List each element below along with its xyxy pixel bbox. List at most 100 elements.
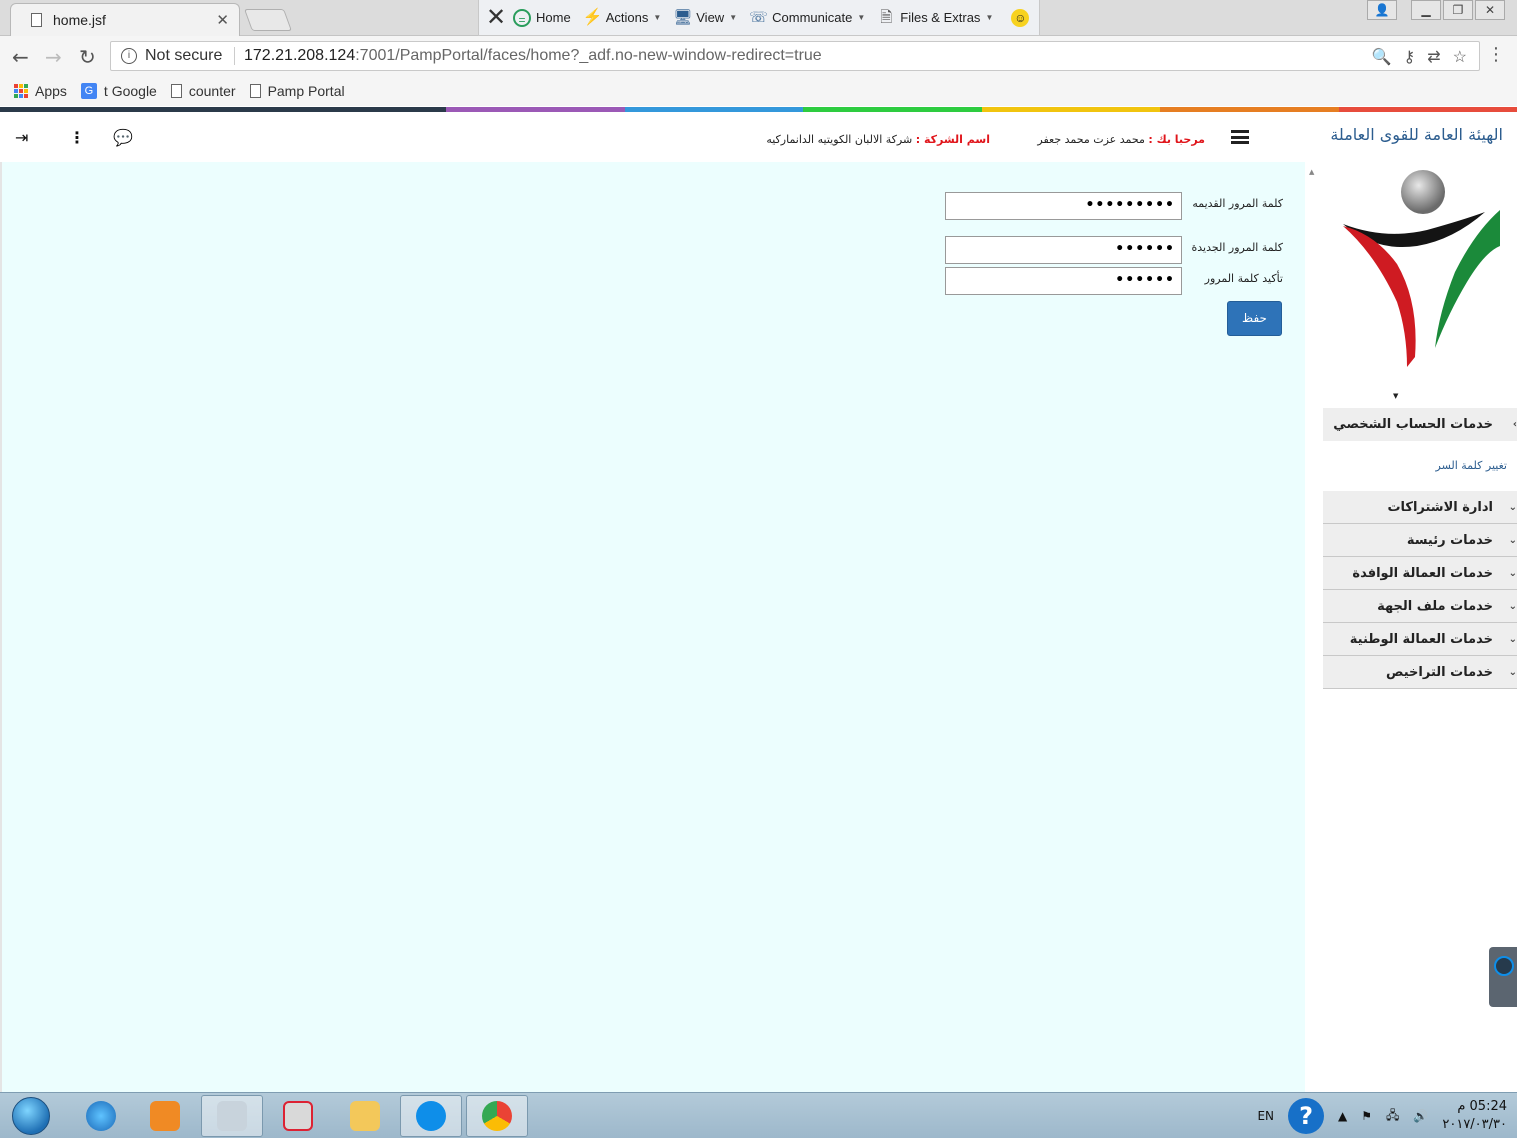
confirm-password-field[interactable]: ••••••: [945, 267, 1182, 295]
browser-tabstrip: home.jsf ✕ ✕ = Home ⚡ Actions ▼ 🖥 View ▼…: [0, 0, 1517, 36]
tv-view-button[interactable]: 🖥 View ▼: [673, 9, 737, 27]
teamviewer-toolbar: ✕ = Home ⚡ Actions ▼ 🖥 View ▼ ☏ Communic…: [478, 0, 1040, 36]
accordion-label: خدمات الحساب الشخصي: [1333, 417, 1493, 432]
file-icon: 🗎: [880, 8, 893, 26]
taskbar-chrome[interactable]: [466, 1095, 528, 1137]
chevron-down-icon: ⌄: [1508, 601, 1517, 612]
accordion-label: خدمات التراخيص: [1386, 665, 1493, 680]
chevron-down-icon: ▼: [857, 13, 866, 22]
address-bar[interactable]: i Not secure 172.21.208.124:7001/PampPor…: [110, 41, 1480, 71]
accordion-personal-account[interactable]: خدمات الحساب الشخصي ›: [1323, 408, 1517, 441]
taskbar-teamviewer[interactable]: [400, 1095, 462, 1137]
accordion-licenses[interactable]: خدمات التراخيص ⌄: [1323, 656, 1517, 689]
company-info: اسم الشركة : شركة الالبان الكويتيه الدان…: [766, 133, 990, 146]
tv-communicate-button[interactable]: ☏ Communicate ▼: [749, 9, 865, 27]
bookmark-counter[interactable]: counter: [170, 83, 236, 99]
teamviewer-icon: [416, 1101, 446, 1131]
security-label[interactable]: Not secure: [145, 47, 222, 65]
maximize-button[interactable]: ❐: [1443, 0, 1473, 20]
tv-communicate-label: Communicate: [772, 10, 853, 25]
change-password-link[interactable]: تغيير كلمة السر: [1436, 459, 1508, 472]
chevron-down-icon: ⌄: [1508, 535, 1517, 546]
help-icon[interactable]: ?: [1288, 1098, 1325, 1134]
key-icon[interactable]: ⚷: [1404, 47, 1416, 67]
clock[interactable]: 05:24 م ٢٠١٧/٠٣/٣٠: [1442, 1098, 1507, 1134]
taskbar-media-player[interactable]: [134, 1095, 196, 1137]
url-text[interactable]: 172.21.208.124:7001/PampPortal/faces/hom…: [244, 47, 822, 65]
home-icon: =: [513, 8, 531, 27]
old-password-field[interactable]: •••••••••: [945, 192, 1182, 220]
forward-arrow-icon[interactable]: →: [45, 45, 62, 69]
chevron-down-icon: ⌄: [1508, 502, 1517, 513]
logout-icon[interactable]: ⇥: [15, 128, 28, 147]
close-tab-icon[interactable]: ✕: [216, 11, 229, 29]
tv-actions-button[interactable]: ⚡ Actions ▼: [583, 9, 662, 27]
reload-icon[interactable]: ↻: [79, 45, 96, 69]
close-session-icon[interactable]: ✕: [479, 3, 513, 32]
save-button[interactable]: حفظ: [1227, 301, 1282, 336]
smiley-icon[interactable]: ☺: [1011, 8, 1030, 27]
teamviewer-side-handle[interactable]: [1489, 947, 1517, 1007]
taskbar-snipping[interactable]: [267, 1095, 329, 1137]
taskbar-explorer[interactable]: [334, 1095, 396, 1137]
accordion-main-services[interactable]: خدمات رئيسة ⌄: [1323, 524, 1517, 557]
browser-tab[interactable]: home.jsf ✕: [10, 3, 240, 36]
user-icon[interactable]: 👤: [1367, 0, 1397, 20]
new-password-field[interactable]: ••••••: [945, 236, 1182, 264]
back-arrow-icon[interactable]: ←: [12, 45, 29, 69]
bookmark-label: Apps: [35, 83, 67, 99]
accordion-national-labor[interactable]: خدمات العمالة الوطنية ⌄: [1323, 623, 1517, 656]
clock-time: 05:24 م: [1457, 1099, 1507, 1114]
scroll-up-icon[interactable]: ▲: [1309, 168, 1314, 176]
tv-files-button[interactable]: 🗎 Files & Extras ▼: [877, 9, 993, 27]
hamburger-menu-icon[interactable]: [1231, 130, 1249, 144]
org-logo: [1343, 170, 1500, 367]
document-icon: [31, 13, 42, 27]
bookmark-label: t Google: [103, 83, 157, 99]
document-icon: [170, 84, 182, 98]
more-vertical-icon[interactable]: ⋮: [69, 128, 85, 147]
chevron-right-icon: ›: [1512, 419, 1517, 430]
tv-home-button[interactable]: = Home: [513, 8, 571, 27]
bookmark-label: counter: [188, 83, 236, 99]
apps-grid-icon: [14, 84, 28, 98]
welcome-label: مرحبا بك :: [1148, 133, 1205, 146]
accordion-subscriptions[interactable]: ادارة الاشتراكات ⌄: [1323, 491, 1517, 524]
company-name: شركة الالبان الكويتيه الدانماركيه: [766, 133, 913, 146]
close-window-button[interactable]: ✕: [1475, 0, 1505, 20]
start-button[interactable]: [12, 1097, 50, 1135]
window-controls: 👤 ▁ ❐ ✕: [1367, 0, 1505, 20]
bookmark-apps[interactable]: Apps: [14, 83, 67, 99]
phone-icon: ☏: [749, 8, 768, 26]
address-row: ← → ↻ i Not secure 172.21.208.124:7001/P…: [0, 36, 1517, 76]
volume-icon[interactable]: 🔊: [1413, 1109, 1428, 1123]
chevron-down-icon: ▼: [985, 13, 994, 22]
new-password-label: كلمة المرور الجديدة: [1191, 241, 1283, 254]
show-hidden-icons[interactable]: ▲: [1338, 1109, 1347, 1123]
welcome-user: محمد عزت محمد جعفر: [1037, 133, 1145, 146]
info-icon[interactable]: i: [121, 48, 137, 64]
action-center-icon[interactable]: ⚑: [1361, 1109, 1372, 1123]
tv-view-label: View: [696, 10, 725, 25]
system-tray: EN ? ▲ ⚑ 🖧 🔊 05:24 م ٢٠١٧/٠٣/٣٠: [1257, 1093, 1507, 1138]
new-tab-button[interactable]: [243, 9, 293, 31]
browser-menu-icon[interactable]: ⋮: [1487, 44, 1505, 65]
accordion-label: خدمات ملف الجهة: [1377, 599, 1493, 614]
taskbar-database[interactable]: [201, 1095, 263, 1137]
bookmark-google[interactable]: G t Google: [80, 83, 157, 99]
accordion-entity-file[interactable]: خدمات ملف الجهة ⌄: [1323, 590, 1517, 623]
translate-icon[interactable]: ⇄: [1427, 47, 1440, 67]
scissors-icon: [283, 1101, 313, 1131]
minimize-button[interactable]: ▁: [1411, 0, 1441, 20]
caret-down-icon: ▼: [1393, 392, 1399, 400]
bookmark-pamp-portal[interactable]: Pamp Portal: [249, 83, 345, 99]
chat-icon[interactable]: 💬: [113, 128, 133, 147]
network-icon[interactable]: 🖧: [1386, 1106, 1399, 1127]
accordion-label: ادارة الاشتراكات: [1387, 500, 1493, 515]
zoom-icon[interactable]: 🔍: [1372, 47, 1392, 67]
star-icon[interactable]: ☆: [1453, 47, 1467, 67]
accordion-expat-labor[interactable]: خدمات العمالة الوافدة ⌄: [1323, 557, 1517, 590]
language-indicator[interactable]: EN: [1257, 1109, 1274, 1123]
taskbar-ie[interactable]: [70, 1095, 132, 1137]
url-host: 172.21.208.124: [244, 47, 356, 64]
